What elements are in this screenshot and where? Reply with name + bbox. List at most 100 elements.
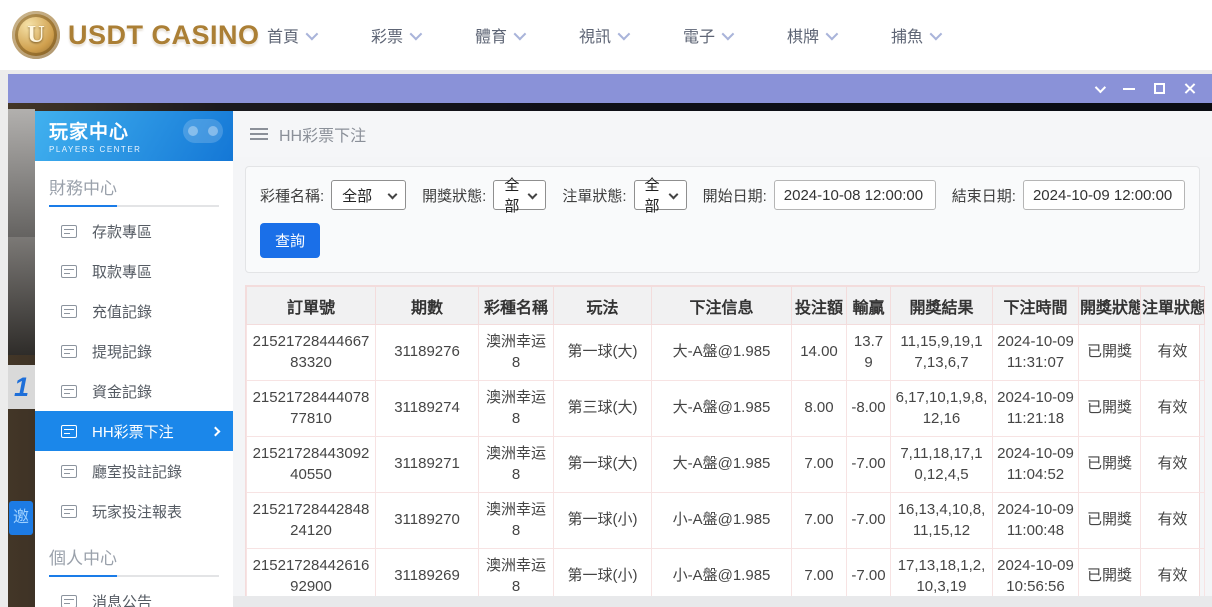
start-date-input[interactable] <box>774 180 936 210</box>
query-button[interactable]: 查詢 <box>260 223 320 258</box>
sidebar-item-label: 廳室投註記錄 <box>92 461 182 482</box>
sidebar-item[interactable]: 充值記錄 <box>35 291 233 331</box>
cell-amount: 7.00 <box>792 493 847 549</box>
cell-win-loss: -8.00 <box>847 381 891 437</box>
sidebar-item[interactable]: 取款專區 <box>35 251 233 291</box>
nav-label: 電子 <box>683 23 715 47</box>
window-minimize-button[interactable] <box>1114 74 1144 103</box>
cell-amount: 7.00 <box>792 437 847 493</box>
cell-draw-result: 7,11,18,17,10,12,4,5 <box>891 437 993 493</box>
nav-menu-item[interactable]: 電子 <box>678 23 736 47</box>
nav-menu-item[interactable]: 首頁 <box>262 23 320 47</box>
sidebar-item[interactable]: 消息公告 <box>35 581 233 607</box>
cell-order-no: 2152172844407877810 <box>247 381 376 437</box>
draw-status-select[interactable]: 全部 <box>493 180 546 210</box>
sidebar-item[interactable]: 存款專區 <box>35 211 233 251</box>
sidebar-finance-items: 存款專區 取款專區 充值記錄 提現記錄 <box>35 211 233 531</box>
top-bar: U USDT CASINO 首頁 彩票 體育 視訊 電子 棋牌 <box>0 0 1212 70</box>
nav-label: 首頁 <box>267 23 299 47</box>
cell-play: 第一球(大) <box>554 325 652 381</box>
section-divider <box>49 575 219 577</box>
cell-period: 31189274 <box>376 381 479 437</box>
table-header-row: 訂單號期數彩種名稱玩法下注信息投注額輸贏開獎結果下注時間開獎狀態注單狀態 <box>247 287 1205 325</box>
sidebar-item[interactable]: 玩家投注報表 <box>35 491 233 531</box>
cell-play: 第一球(大) <box>554 437 652 493</box>
order-status-select[interactable]: 全部 <box>634 180 687 210</box>
main-content: HH彩票下注 彩種名稱: 全部 開獎狀態: 全部 注單狀態: <box>233 111 1212 607</box>
window-maximize-button[interactable] <box>1144 74 1174 103</box>
cell-win-loss: -7.00 <box>847 437 891 493</box>
nav-menu-item[interactable]: 體育 <box>470 23 528 47</box>
chevron-down-icon <box>826 27 839 40</box>
cell-bet-info: 大-A盤@1.985 <box>652 437 792 493</box>
brand-logo[interactable]: U USDT CASINO <box>12 11 260 59</box>
chevron-right-icon <box>211 426 221 436</box>
menu-toggle-icon[interactable] <box>250 128 268 140</box>
cell-order-status: 有效 <box>1141 437 1205 493</box>
sidebar: 玩家中心 PLAYERS CENTER 財務中心 存款專區 取款專區 <box>35 111 233 607</box>
table-row: 2152172844284824120 31189270 澳洲幸运8 第一球(小… <box>247 493 1205 549</box>
window-titlebar <box>8 74 1212 103</box>
order-status-value: 全部 <box>645 174 660 216</box>
sidebar-item-label: 存款專區 <box>92 221 152 242</box>
sidebar-item[interactable]: HH彩票下注 <box>35 411 233 451</box>
cell-draw-result: 11,15,9,19,17,13,6,7 <box>891 325 993 381</box>
chevron-down-icon <box>410 27 423 40</box>
sidebar-item[interactable]: 資金記錄 <box>35 371 233 411</box>
window-close-button[interactable] <box>1174 74 1204 103</box>
bottom-scrollbar-track[interactable] <box>233 596 1212 607</box>
sidebar-header: 玩家中心 PLAYERS CENTER <box>35 111 233 161</box>
chevron-down-icon <box>722 27 735 40</box>
chevron-down-icon <box>668 190 678 200</box>
sidebar-item[interactable]: 廳室投註記錄 <box>35 451 233 491</box>
bet-report-icon <box>61 505 77 518</box>
cell-draw-status: 已開獎 <box>1079 325 1141 381</box>
cell-bet-info: 大-A盤@1.985 <box>652 325 792 381</box>
sidebar-item-label: 資金記錄 <box>92 381 152 402</box>
cell-draw-status: 已開獎 <box>1079 493 1141 549</box>
window-content: 玩家中心 PLAYERS CENTER 財務中心 存款專區 取款專區 <box>35 111 1212 607</box>
background-strip: 1 邀 <box>8 103 35 607</box>
sidebar-item-label: 提現記錄 <box>92 341 152 362</box>
cell-amount: 14.00 <box>792 325 847 381</box>
cell-period: 31189270 <box>376 493 479 549</box>
sidebar-item-label: 消息公告 <box>92 591 152 607</box>
cell-draw-status: 已開獎 <box>1079 437 1141 493</box>
cell-bet-info: 大-A盤@1.985 <box>652 381 792 437</box>
chevron-down-icon <box>514 27 527 40</box>
deposit-icon <box>61 225 77 238</box>
chevron-down-icon <box>618 27 631 40</box>
table-header-cell: 開獎狀態 <box>1079 287 1141 325</box>
cell-bet-time: 2024-10-09 11:04:52 <box>993 437 1079 493</box>
table-header-cell: 下注信息 <box>652 287 792 325</box>
bets-table: 訂單號期數彩種名稱玩法下注信息投注額輸贏開獎結果下注時間開獎狀態注單狀態 215… <box>245 285 1200 605</box>
breadcrumb: HH彩票下注 <box>233 111 1212 157</box>
chevron-down-icon <box>930 27 943 40</box>
sidebar-item[interactable]: 提現記錄 <box>35 331 233 371</box>
table-row: 2152172844407877810 31189274 澳洲幸运8 第三球(大… <box>247 381 1205 437</box>
end-date-input[interactable] <box>1023 180 1185 210</box>
chevron-down-icon <box>388 190 398 200</box>
cell-lottery: 澳洲幸运8 <box>479 437 554 493</box>
nav-menu-item[interactable]: 彩票 <box>366 23 424 47</box>
lottery-name-select[interactable]: 全部 <box>331 180 406 210</box>
cell-draw-status: 已開獎 <box>1079 381 1141 437</box>
casino-emblem-icon: U <box>12 11 60 59</box>
table-header-cell: 彩種名稱 <box>479 287 554 325</box>
background-fragment <box>8 237 35 355</box>
table-row: 2152172844466783320 31189276 澳洲幸运8 第一球(大… <box>247 325 1205 381</box>
nav-menu-item[interactable]: 捕魚 <box>886 23 944 47</box>
table-header-cell: 開獎結果 <box>891 287 993 325</box>
withdrawal-record-icon <box>61 345 77 358</box>
window-collapse-button[interactable] <box>1084 74 1114 103</box>
order-status-label: 注單狀態: <box>562 185 626 206</box>
chevron-down-icon <box>1095 81 1106 92</box>
sidebar-subtitle: PLAYERS CENTER <box>49 145 219 154</box>
nav-label: 體育 <box>475 23 507 47</box>
nav-menu-item[interactable]: 棋牌 <box>782 23 840 47</box>
cell-win-loss: -7.00 <box>847 493 891 549</box>
draw-status-label: 開獎狀態: <box>422 185 486 206</box>
nav-label: 棋牌 <box>787 23 819 47</box>
nav-menu-item[interactable]: 視訊 <box>574 23 632 47</box>
table-header-cell: 訂單號 <box>247 287 376 325</box>
